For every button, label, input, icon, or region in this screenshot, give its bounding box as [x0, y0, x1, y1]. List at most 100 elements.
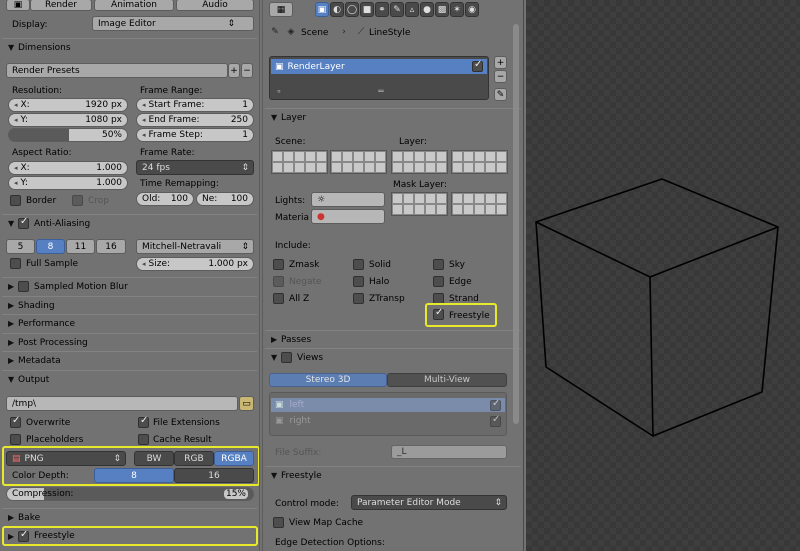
render-tab-icon[interactable]: ▣	[6, 0, 30, 11]
post-processing-header[interactable]: ▶ Post Processing	[2, 333, 257, 351]
modifiers-tab-icon[interactable]: ✎	[390, 2, 404, 17]
particles-tab-icon[interactable]: ✶	[450, 2, 464, 17]
view-item-left[interactable]: ▣ left	[271, 398, 505, 412]
folder-icon[interactable]: ▭	[239, 396, 254, 411]
aa-filter-dropdown[interactable]: Mitchell-Netravali ⇕	[136, 239, 254, 254]
output-path-field[interactable]: /tmp\	[6, 396, 238, 411]
include-halo-checkbox[interactable]	[353, 276, 364, 287]
border-checkbox[interactable]	[10, 195, 21, 206]
material-tab-icon[interactable]: ●	[420, 2, 434, 17]
tab-render[interactable]: Render	[30, 0, 92, 11]
output-header[interactable]: ▼ Output	[2, 370, 257, 388]
constraints-tab-icon[interactable]: ⚭	[375, 2, 389, 17]
view-item-right[interactable]: ▣ right	[271, 414, 505, 428]
properties-scrollbar[interactable]	[513, 24, 519, 424]
include-allz-checkbox[interactable]	[273, 293, 284, 304]
resize-dot-icon[interactable]: ∘	[275, 87, 283, 97]
sampled-motion-blur-header[interactable]: ▶ Sampled Motion Blur	[2, 277, 257, 295]
viewport-3d[interactable]	[526, 0, 800, 551]
aa-sample-16[interactable]: 16	[96, 239, 126, 254]
render-layer-enabled-checkbox[interactable]	[472, 59, 483, 72]
dimensions-header[interactable]: ▼ Dimensions	[2, 38, 257, 56]
remap-old-field[interactable]: Old: 100	[136, 192, 194, 206]
physics-tab-icon[interactable]: ◉	[465, 2, 479, 17]
tab-animation[interactable]: Animation	[94, 0, 174, 11]
freestyle-settings-header[interactable]: ▼ Freestyle	[265, 466, 521, 484]
list-resize-grip-icon[interactable]: ═	[371, 87, 391, 97]
anti-aliasing-checkbox[interactable]	[18, 216, 29, 229]
passes-header[interactable]: ▶ Passes	[265, 330, 521, 348]
mask-layers-grid-1[interactable]	[391, 192, 448, 216]
include-edge-checkbox[interactable]	[433, 276, 444, 287]
scene-layers-grid-1[interactable]	[271, 150, 328, 174]
remove-render-layer-button[interactable]: −	[494, 70, 507, 83]
file-suffix-field[interactable]: _L	[391, 445, 507, 459]
scene-layers-grid-2[interactable]	[330, 150, 387, 174]
cache-result-checkbox[interactable]	[138, 434, 149, 445]
object-tab-icon[interactable]: ■	[360, 2, 374, 17]
file-extensions-checkbox[interactable]	[138, 415, 149, 428]
texture-tab-icon[interactable]: ▩	[435, 2, 449, 17]
motion-blur-checkbox[interactable]	[18, 281, 29, 292]
layer-header[interactable]: ▼ Layer	[265, 108, 521, 126]
include-zmask-checkbox[interactable]	[273, 259, 284, 270]
remap-new-field[interactable]: Ne: 100	[196, 192, 254, 206]
remove-preset-button[interactable]: −	[241, 63, 253, 78]
performance-header[interactable]: ▶ Performance	[2, 314, 257, 332]
views-checkbox[interactable]	[281, 352, 292, 363]
layer-layers-grid-1[interactable]	[391, 150, 448, 174]
tab-audio[interactable]: Audio	[176, 0, 254, 11]
add-render-layer-button[interactable]: +	[494, 56, 507, 69]
aa-sample-5[interactable]: 5	[6, 239, 35, 254]
layer-layers-grid-2[interactable]	[451, 150, 508, 174]
view-right-checkbox[interactable]	[490, 414, 501, 427]
aspect-x-field[interactable]: ◂ X: 1.000	[8, 161, 128, 175]
bake-header[interactable]: ▶ Bake	[2, 508, 257, 526]
expand-right-icon: ▶	[8, 356, 15, 365]
metadata-header[interactable]: ▶ Metadata	[2, 351, 257, 369]
views-header[interactable]: ▼ Views	[265, 348, 521, 366]
include-negate-checkbox[interactable]	[273, 276, 284, 287]
aspect-y-field[interactable]: ◂ Y: 1.000	[8, 176, 128, 190]
render-presets-dropdown[interactable]: Render Presets	[6, 63, 228, 78]
start-frame-field[interactable]: ◂ Start Frame: 1	[136, 98, 254, 112]
crop-checkbox[interactable]	[72, 195, 83, 206]
resolution-y-field[interactable]: ◂ Y: 1080 px	[8, 113, 128, 127]
world-tab-icon[interactable]: ◯	[345, 2, 359, 17]
resolution-x-field[interactable]: ◂ X: 1920 px	[8, 98, 128, 112]
aa-sample-11[interactable]: 11	[66, 239, 95, 254]
mask-layers-grid-2[interactable]	[451, 192, 508, 216]
control-mode-dropdown[interactable]: Parameter Editor Mode ⇕	[351, 495, 507, 510]
lights-field[interactable]: ☼	[311, 192, 385, 207]
view-left-checkbox[interactable]	[490, 398, 501, 411]
pin-icon[interactable]: ✎	[269, 26, 281, 38]
compression-slider[interactable]: Compression: 15%	[6, 487, 254, 501]
include-sky-checkbox[interactable]	[433, 259, 444, 270]
aa-sample-8[interactable]: 8	[36, 239, 65, 254]
end-frame-field[interactable]: ◂ End Frame: 250	[136, 113, 254, 127]
render-layer-item[interactable]: ▣ RenderLayer	[271, 59, 487, 74]
editor-type-icon[interactable]: ▦	[269, 2, 293, 17]
expand-down-icon: ▼	[8, 375, 15, 384]
overwrite-checkbox[interactable]	[10, 415, 21, 428]
display-dropdown[interactable]: Image Editor ⇕	[92, 16, 254, 31]
pin-render-layer-icon[interactable]: ✎	[494, 88, 507, 101]
material-override-field[interactable]: ●	[311, 209, 385, 224]
include-solid-checkbox[interactable]	[353, 259, 364, 270]
aa-size-field[interactable]: ◂ Size: 1.000 px	[136, 257, 254, 271]
add-preset-button[interactable]: +	[228, 63, 240, 78]
view-map-cache-checkbox[interactable]	[273, 517, 284, 528]
scene-tab-icon[interactable]: ◐	[330, 2, 344, 17]
anti-aliasing-header[interactable]: ▼Anti-Aliasing	[2, 214, 257, 232]
frame-rate-dropdown[interactable]: 24 fps ⇕	[136, 160, 254, 175]
include-ztransp-checkbox[interactable]	[353, 293, 364, 304]
shading-header[interactable]: ▶ Shading	[2, 296, 257, 314]
resolution-percentage-slider[interactable]: 50%	[8, 128, 128, 142]
frame-step-field[interactable]: ◂ Frame Step: 1	[136, 128, 254, 142]
full-sample-checkbox[interactable]	[10, 258, 21, 269]
render-layers-tab-icon[interactable]: ▣	[315, 2, 329, 17]
data-tab-icon[interactable]: ▵	[405, 2, 419, 17]
placeholders-checkbox[interactable]	[10, 434, 21, 445]
stereo-3d-button[interactable]: Stereo 3D	[269, 373, 387, 387]
multi-view-button[interactable]: Multi-View	[387, 373, 507, 387]
